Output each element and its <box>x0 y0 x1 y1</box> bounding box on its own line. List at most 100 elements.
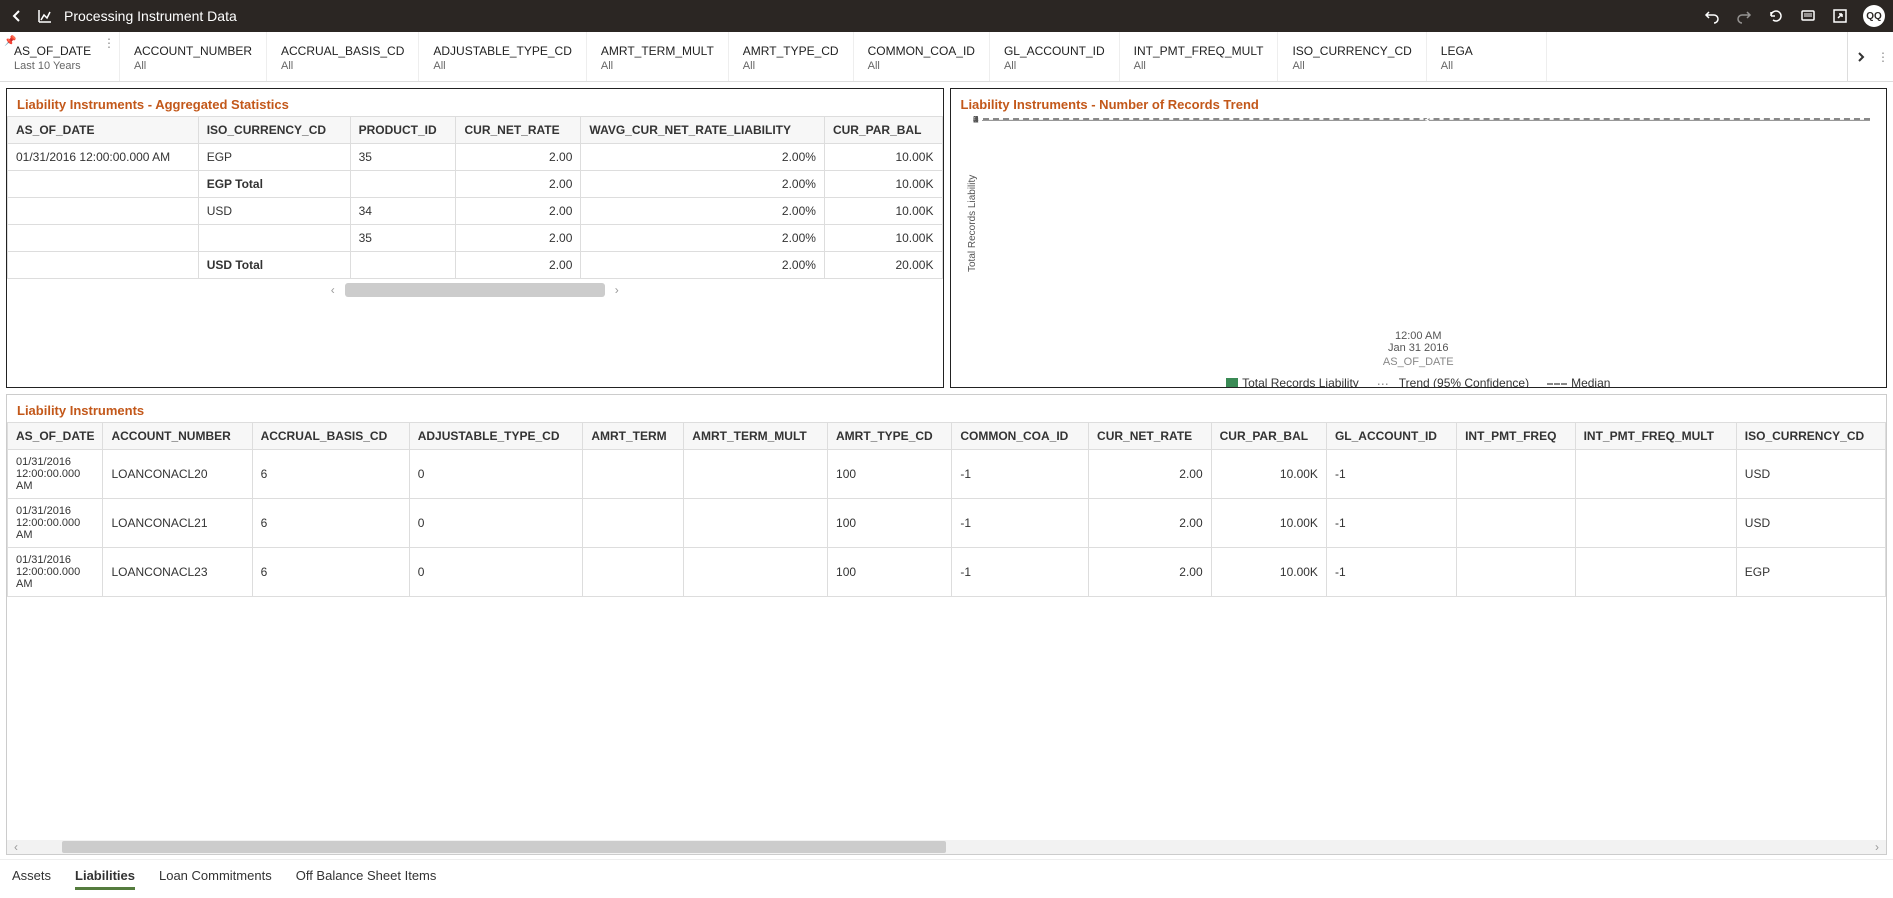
filter-adjustable_type_cd[interactable]: ADJUSTABLE_TYPE_CDAll <box>419 32 587 81</box>
y-tick-label: 4 <box>973 116 979 126</box>
scroll-right-icon[interactable]: › <box>1868 840 1886 854</box>
filter-int_pmt_freq_mult[interactable]: INT_PMT_FREQ_MULTAll <box>1120 32 1279 81</box>
table-cell: USD Total <box>198 252 350 279</box>
table-row[interactable]: 01/31/2016 12:00:00.000 AMLOANCONACL2160… <box>8 499 1886 548</box>
detail-horizontal-scroll[interactable]: ‹ › <box>7 840 1886 854</box>
agg-col-header[interactable]: AS_OF_DATE <box>8 117 199 144</box>
table-cell: 20.00K <box>824 252 942 279</box>
table-cell <box>198 225 350 252</box>
filter-value: All <box>281 60 404 72</box>
filter-common_coa_id[interactable]: COMMON_COA_IDAll <box>854 32 990 81</box>
filter-gl_account_id[interactable]: GL_ACCOUNT_IDAll <box>990 32 1120 81</box>
back-icon[interactable] <box>8 7 26 25</box>
detail-col-header[interactable]: COMMON_COA_ID <box>952 423 1089 450</box>
table-cell: EGP Total <box>198 171 350 198</box>
detail-col-header[interactable]: INT_PMT_FREQ_MULT <box>1575 423 1736 450</box>
bottom-tabs: Assets Liabilities Loan Commitments Off … <box>0 859 1893 898</box>
table-cell <box>8 252 199 279</box>
table-cell: -1 <box>1326 548 1456 597</box>
table-cell: -1 <box>1326 450 1456 499</box>
table-cell <box>1575 450 1736 499</box>
filter-name: GL_ACCOUNT_ID <box>1004 44 1105 58</box>
tab-liabilities[interactable]: Liabilities <box>75 868 135 890</box>
detail-col-header[interactable]: ISO_CURRENCY_CD <box>1736 423 1885 450</box>
refresh-icon[interactable] <box>1767 7 1785 25</box>
chart-plot-area[interactable]: 011223343 <box>982 120 1871 121</box>
table-cell: 10.00K <box>824 225 942 252</box>
table-cell: -1 <box>952 450 1089 499</box>
detail-table[interactable]: AS_OF_DATEACCOUNT_NUMBERACCRUAL_BASIS_CD… <box>7 422 1886 597</box>
tab-loan-commitments[interactable]: Loan Commitments <box>159 868 272 890</box>
detail-col-header[interactable]: INT_PMT_FREQ <box>1457 423 1575 450</box>
table-row[interactable]: 01/31/2016 12:00:00.000 AMLOANCONACL2060… <box>8 450 1886 499</box>
table-row[interactable]: 01/31/2016 12:00:00.000 AMLOANCONACL2360… <box>8 548 1886 597</box>
agg-col-header[interactable]: CUR_PAR_BAL <box>824 117 942 144</box>
filter-more-menu[interactable]: ⋮ <box>1873 32 1893 81</box>
filter-lega[interactable]: LEGAAll <box>1427 32 1547 81</box>
user-avatar[interactable]: QQ <box>1863 5 1885 27</box>
table-cell: USD <box>1736 499 1885 548</box>
table-cell <box>684 548 828 597</box>
redo-icon[interactable] <box>1735 7 1753 25</box>
table-cell <box>684 450 828 499</box>
undo-icon[interactable] <box>1703 7 1721 25</box>
agg-col-header[interactable]: PRODUCT_ID <box>350 117 456 144</box>
table-row[interactable]: 352.002.00%10.00K <box>8 225 943 252</box>
table-row[interactable]: USD Total2.002.00%20.00K <box>8 252 943 279</box>
detail-col-header[interactable]: ADJUSTABLE_TYPE_CD <box>409 423 583 450</box>
table-row[interactable]: 01/31/2016 12:00:00.000 AMEGP352.002.00%… <box>8 144 943 171</box>
liability-instruments-panel: Liability Instruments AS_OF_DATEACCOUNT_… <box>6 394 1887 855</box>
agg-horizontal-scroll[interactable]: ‹ › <box>7 283 943 297</box>
table-cell: 10.00K <box>824 144 942 171</box>
detail-col-header[interactable]: AMRT_TYPE_CD <box>828 423 952 450</box>
detail-col-header[interactable]: AMRT_TERM_MULT <box>684 423 828 450</box>
table-cell: 2.00 <box>1089 450 1212 499</box>
detail-col-header[interactable]: ACCOUNT_NUMBER <box>103 423 252 450</box>
agg-col-header[interactable]: ISO_CURRENCY_CD <box>198 117 350 144</box>
detail-col-header[interactable]: AS_OF_DATE <box>8 423 103 450</box>
table-cell <box>1457 499 1575 548</box>
scroll-left-icon[interactable]: ‹ <box>321 283 345 297</box>
agg-col-header[interactable]: CUR_NET_RATE <box>456 117 581 144</box>
table-cell: LOANCONACL20 <box>103 450 252 499</box>
filter-amrt_type_cd[interactable]: AMRT_TYPE_CDAll <box>729 32 854 81</box>
detail-col-header[interactable]: GL_ACCOUNT_ID <box>1326 423 1456 450</box>
notes-icon[interactable] <box>1799 7 1817 25</box>
page-title: Processing Instrument Data <box>64 8 237 24</box>
detail-col-header[interactable]: CUR_PAR_BAL <box>1211 423 1326 450</box>
table-row[interactable]: EGP Total2.002.00%10.00K <box>8 171 943 198</box>
aggregated-table[interactable]: AS_OF_DATEISO_CURRENCY_CDPRODUCT_IDCUR_N… <box>7 116 943 279</box>
filter-scroll-right[interactable] <box>1847 32 1873 81</box>
filter-name: COMMON_COA_ID <box>868 44 975 58</box>
table-cell <box>350 171 456 198</box>
detail-col-header[interactable]: ACCRUAL_BASIS_CD <box>252 423 409 450</box>
scroll-right-icon[interactable]: › <box>605 283 629 297</box>
filter-value: All <box>601 60 714 72</box>
table-cell: USD <box>198 198 350 225</box>
filter-account_number[interactable]: ACCOUNT_NUMBERAll <box>120 32 267 81</box>
filter-value: All <box>1134 60 1264 72</box>
filter-accrual_basis_cd[interactable]: ACCRUAL_BASIS_CDAll <box>267 32 419 81</box>
chart-panel-title: Liability Instruments - Number of Record… <box>951 89 1887 116</box>
tab-off-balance-sheet[interactable]: Off Balance Sheet Items <box>296 868 437 890</box>
scroll-left-icon[interactable]: ‹ <box>7 840 25 854</box>
filter-as_of_date[interactable]: 📌⋮AS_OF_DATELast 10 Years <box>0 32 120 81</box>
table-cell: 10.00K <box>824 171 942 198</box>
agg-col-header[interactable]: WAVG_CUR_NET_RATE_LIABILITY <box>581 117 825 144</box>
table-cell: 100 <box>828 450 952 499</box>
detail-col-header[interactable]: CUR_NET_RATE <box>1089 423 1212 450</box>
filter-iso_currency_cd[interactable]: ISO_CURRENCY_CDAll <box>1278 32 1426 81</box>
filter-amrt_term_mult[interactable]: AMRT_TERM_MULTAll <box>587 32 729 81</box>
table-cell: 01/31/2016 12:00:00.000 AM <box>8 548 103 597</box>
records-trend-panel: Liability Instruments - Number of Record… <box>950 88 1888 388</box>
filter-name: LEGA <box>1441 44 1532 58</box>
tab-assets[interactable]: Assets <box>12 868 51 890</box>
detail-panel-title: Liability Instruments <box>7 395 1886 422</box>
table-row[interactable]: USD342.002.00%10.00K <box>8 198 943 225</box>
filter-item-menu-icon[interactable]: ⋮ <box>103 36 115 50</box>
export-icon[interactable] <box>1831 7 1849 25</box>
table-cell <box>1457 450 1575 499</box>
detail-col-header[interactable]: AMRT_TERM <box>583 423 684 450</box>
table-cell: -1 <box>1326 499 1456 548</box>
table-cell: 2.00 <box>456 225 581 252</box>
